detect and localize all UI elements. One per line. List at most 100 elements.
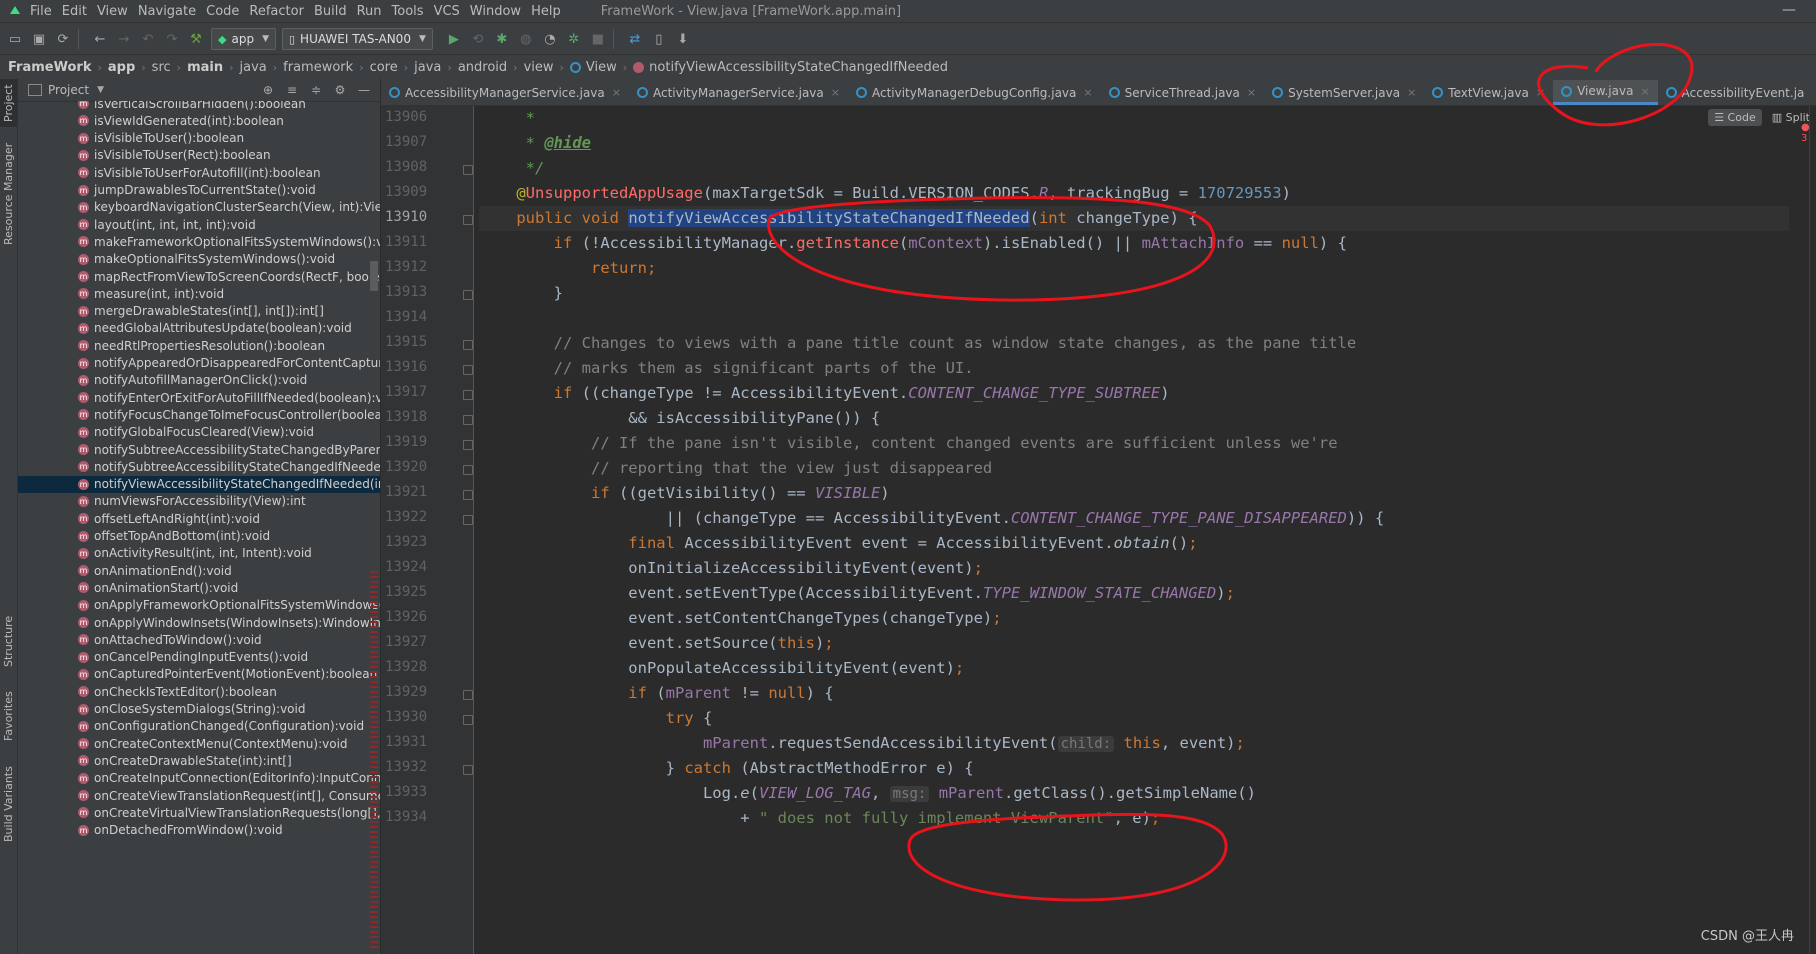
line-number[interactable]: 13918: [385, 409, 455, 425]
hide-icon[interactable]: —: [356, 83, 372, 97]
editor-tab[interactable]: AccessibilityManagerService.java ×: [381, 80, 629, 105]
menu-file[interactable]: File: [30, 4, 52, 19]
menu-help[interactable]: Help: [531, 4, 561, 19]
line-number[interactable]: 13929: [385, 684, 455, 700]
method-list-item[interactable]: m notifyGlobalFocusCleared(View):void: [78, 424, 314, 441]
line-number[interactable]: 13924: [385, 559, 455, 575]
breadcrumb-java[interactable]: java: [240, 60, 267, 75]
menu-window[interactable]: Window: [470, 4, 521, 19]
fold-marker-icon[interactable]: [463, 390, 473, 400]
method-list-item[interactable]: m onApplyFrameworkOptionalFitsSystemWindo…: [78, 597, 380, 614]
run-config-select[interactable]: ◆ app ▼: [211, 28, 276, 50]
method-list-item[interactable]: m onAnimationStart():void: [78, 579, 238, 596]
line-number[interactable]: 13915: [385, 334, 455, 350]
menu-navigate[interactable]: Navigate: [138, 4, 196, 19]
method-list-item[interactable]: m notifyAppearedOrDisappearedForContentCa…: [78, 355, 380, 372]
rerun-icon[interactable]: ⟲: [469, 30, 487, 48]
fold-marker-icon[interactable]: [463, 490, 473, 500]
method-list-item[interactable]: m notifyAutofillManagerOnClick():void: [78, 372, 307, 389]
attach-debugger-icon[interactable]: ✲: [565, 30, 583, 48]
method-list-item[interactable]: m onCheckIsTextEditor():boolean: [78, 683, 277, 700]
editor-tab[interactable]: ServiceThread.java ×: [1101, 80, 1264, 105]
forward-arrow-icon[interactable]: →: [115, 30, 133, 48]
close-icon[interactable]: ×: [1536, 86, 1545, 99]
fold-marker-icon[interactable]: [463, 515, 473, 525]
fold-marker-icon[interactable]: [463, 765, 473, 775]
method-list-item[interactable]: m numViewsForAccessibility(View):int: [78, 493, 306, 510]
line-number[interactable]: 13910: [385, 209, 455, 225]
line-number[interactable]: 13933: [385, 784, 455, 800]
method-list-item[interactable]: m onApplyWindowInsets(WindowInsets):Windo…: [78, 614, 380, 631]
editor-tab[interactable]: ActivityManagerDebugConfig.java ×: [848, 80, 1101, 105]
build-variants-tool-tab[interactable]: Build Variants: [0, 759, 17, 849]
method-list-item[interactable]: m jumpDrawablesToCurrentState():void: [78, 182, 316, 199]
locate-icon[interactable]: ⊕: [260, 83, 276, 97]
open-folder-icon[interactable]: ▭: [6, 30, 24, 48]
close-icon[interactable]: ×: [1083, 86, 1092, 99]
line-number[interactable]: 13921: [385, 484, 455, 500]
method-list-item[interactable]: m isVerticalScrollBarHidden():boolean: [78, 101, 306, 112]
fold-marker-icon[interactable]: [463, 365, 473, 375]
fold-marker-icon[interactable]: [463, 415, 473, 425]
breadcrumb-core[interactable]: core: [370, 60, 398, 75]
method-list-item[interactable]: m onActivityResult(int, int, Intent):void: [78, 545, 312, 562]
device-manager-icon[interactable]: ▯: [650, 30, 668, 48]
method-list-item[interactable]: m measure(int, int):void: [78, 285, 224, 302]
breadcrumb-android[interactable]: android: [458, 60, 507, 75]
close-icon[interactable]: ×: [831, 86, 840, 99]
editor-tab[interactable]: TextView.java ×: [1424, 80, 1553, 105]
close-icon[interactable]: ×: [1407, 86, 1416, 99]
fold-marker-icon[interactable]: [463, 440, 473, 450]
save-icon[interactable]: ▣: [30, 30, 48, 48]
method-list-item[interactable]: m onCancelPendingInputEvents():void: [78, 649, 308, 666]
line-number[interactable]: 13912: [385, 259, 455, 275]
method-list-item[interactable]: m offsetTopAndBottom(int):void: [78, 528, 270, 545]
method-list-item[interactable]: m mergeDrawableStates(int[], int[]):int[]: [78, 303, 324, 320]
breadcrumb-framework[interactable]: framework: [283, 60, 353, 75]
line-number[interactable]: 13920: [385, 459, 455, 475]
method-list-item[interactable]: m onCreateViewTranslationRequest(int[], C…: [78, 787, 380, 804]
line-number[interactable]: 13927: [385, 634, 455, 650]
gear-icon[interactable]: ⚙: [332, 83, 348, 97]
method-list-item[interactable]: m onAnimationEnd():void: [78, 562, 232, 579]
method-list-item[interactable]: m onCreateInputConnection(EditorInfo):Inp…: [78, 770, 380, 787]
gradle-sync-icon[interactable]: ⇄: [626, 30, 644, 48]
minimize-button[interactable]: —: [1782, 2, 1796, 18]
line-number[interactable]: 13909: [385, 184, 455, 200]
collapse-all-icon[interactable]: ≑: [308, 83, 324, 97]
menu-code[interactable]: Code: [206, 4, 239, 19]
fold-marker-icon[interactable]: [463, 690, 473, 700]
debug-icon[interactable]: ✱: [493, 30, 511, 48]
method-list-item[interactable]: m notifySubtreeAccessibilityStateChangedB…: [78, 441, 380, 458]
stop-icon[interactable]: ■: [589, 30, 607, 48]
back-arrow-icon[interactable]: ←: [91, 30, 109, 48]
method-list-item[interactable]: m notifyFocusChangeToImeFocusController(b…: [78, 406, 380, 423]
line-number[interactable]: 13919: [385, 434, 455, 450]
structure-tool-tab[interactable]: Structure: [0, 609, 17, 673]
editor-tab[interactable]: View.java ×: [1553, 80, 1658, 105]
breadcrumb-java-2[interactable]: java: [414, 60, 441, 75]
method-list-item[interactable]: m isVisibleToUser(Rect):boolean: [78, 147, 271, 164]
editor-tab[interactable]: ActivityManagerService.java ×: [629, 80, 848, 105]
method-list-item[interactable]: m isVisibleToUserForAutofill(int):boolean: [78, 164, 321, 181]
chevron-down-icon[interactable]: ▼: [97, 85, 104, 95]
profile-icon[interactable]: ◍: [517, 30, 535, 48]
method-list-item[interactable]: m makeOptionalFitsSystemWindows():void: [78, 251, 335, 268]
favorites-tool-tab[interactable]: Favorites: [0, 684, 17, 748]
fold-marker-icon[interactable]: [463, 340, 473, 350]
line-number[interactable]: 13926: [385, 609, 455, 625]
fold-marker-icon[interactable]: [463, 465, 473, 475]
method-list-item[interactable]: m mapRectFromViewToScreenCoords(RectF, bo…: [78, 268, 380, 285]
line-number[interactable]: 13934: [385, 809, 455, 825]
line-number[interactable]: 13907: [385, 134, 455, 150]
hammer-icon[interactable]: ⚒: [187, 30, 205, 48]
sdk-manager-icon[interactable]: ⬇: [674, 30, 692, 48]
fold-marker-icon[interactable]: [463, 215, 473, 225]
undo-icon[interactable]: ↶: [139, 30, 157, 48]
breadcrumb-view-class[interactable]: View: [586, 60, 617, 75]
line-number[interactable]: 13928: [385, 659, 455, 675]
line-number[interactable]: 13930: [385, 709, 455, 725]
method-list-item[interactable]: m onCapturedPointerEvent(MotionEvent):boo…: [78, 666, 377, 683]
breadcrumb-app[interactable]: app: [108, 60, 135, 75]
project-tool-tab[interactable]: Project: [0, 79, 17, 127]
